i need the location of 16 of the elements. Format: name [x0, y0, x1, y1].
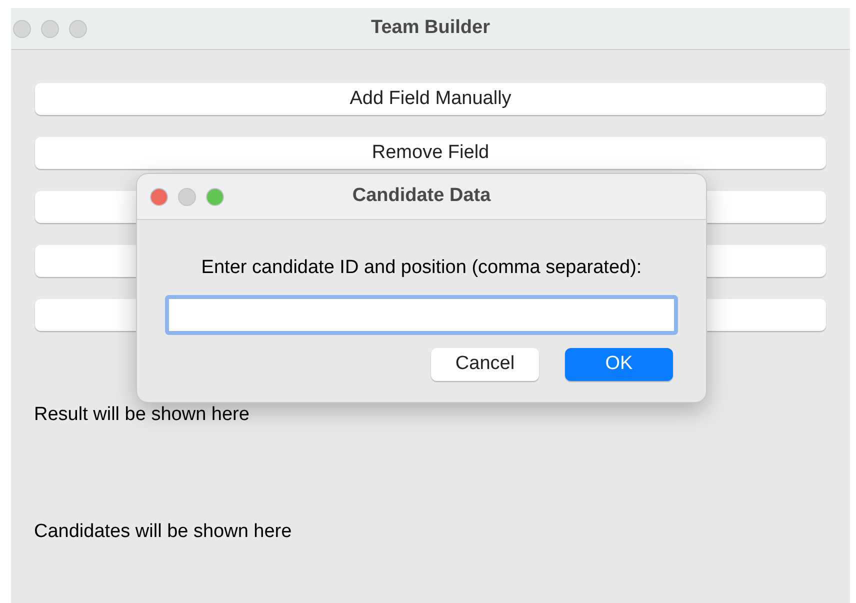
action-button[interactable]: Add Field Manually [35, 83, 826, 115]
window-control-icon[interactable] [178, 188, 196, 206]
prompt-text: Enter candidate ID and position (comma separated): [201, 256, 642, 280]
result-text: Result will be shown here [34, 403, 250, 427]
window-control-icon[interactable] [41, 20, 59, 38]
ok-button[interactable]: OK [565, 348, 673, 380]
window-control-icon[interactable] [69, 20, 87, 38]
input-field[interactable] [165, 294, 678, 334]
window-title: Team Builder [371, 16, 490, 40]
window-control-icon[interactable] [206, 188, 224, 206]
cancel-button[interactable]: Cancel [431, 348, 539, 380]
dialog-title: Candidate Data [352, 184, 491, 208]
window-control-icon[interactable] [13, 20, 31, 38]
action-button[interactable]: Remove Field [35, 137, 826, 169]
candidates-text: Candidates will be shown here [34, 520, 293, 544]
window-control-icon[interactable] [150, 188, 168, 206]
